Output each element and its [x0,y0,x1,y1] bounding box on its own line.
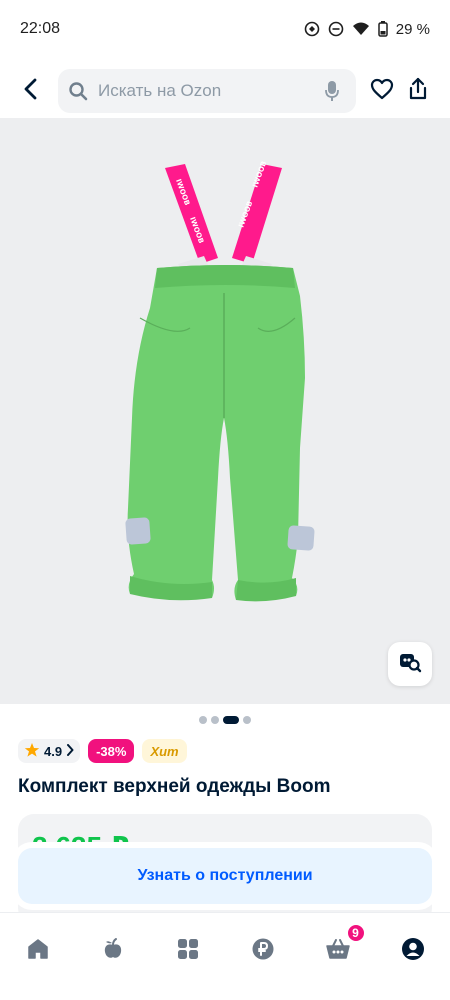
wifi-icon [352,22,370,36]
battery-level: 29 % [395,20,430,38]
share-icon [407,77,429,106]
status-icons: 29 % [304,21,430,38]
search-header [0,66,450,116]
sync-icon [304,21,320,37]
rating-value: 4.9 [44,743,63,759]
fresh-icon [101,937,125,966]
image-search-icon [398,651,422,678]
catalog-icon [176,937,200,966]
image-search-button[interactable] [388,642,432,686]
nav-home[interactable] [18,931,58,971]
cart-count-badge: 9 [345,923,366,943]
profile-icon [401,937,425,966]
nav-catalog[interactable] [168,931,208,971]
rating-badge[interactable]: 4.9 [18,739,81,763]
nav-fresh[interactable] [93,931,133,971]
share-button[interactable] [400,71,436,111]
pager-dot-active[interactable] [223,716,239,724]
hit-badge: Хит [142,739,187,763]
search-icon [68,81,88,101]
dnd-icon [328,21,344,37]
bottom-nav: 9 [0,912,450,1000]
battery-icon [378,21,388,37]
pager-dot[interactable] [199,716,207,724]
discount-badge: -38% [88,739,135,763]
chevron-right-icon [66,743,74,759]
product-gallery[interactable]: IWOOB IWOOB IWOOB IWOOB [0,118,450,704]
nav-cart[interactable]: 9 [318,923,366,971]
mic-icon[interactable] [322,79,342,103]
gallery-pager [0,716,450,724]
nav-profile[interactable] [393,931,433,971]
back-arrow-icon [23,78,39,105]
status-time: 22:08 [20,20,61,37]
back-button[interactable] [16,71,46,111]
pager-dot[interactable] [243,716,251,724]
product-title: Комплект верхней одежды Boom [18,776,331,797]
finance-icon [251,937,275,966]
home-icon [26,937,50,966]
status-bar: 22:08 29 % [0,0,450,58]
heart-icon [370,78,394,105]
pager-dot[interactable] [211,716,219,724]
notify-button[interactable]: Узнать о поступлении [18,848,432,904]
star-icon [24,742,40,761]
search-input[interactable] [98,81,322,101]
search-box[interactable] [58,69,356,113]
product-image: IWOOB IWOOB IWOOB IWOOB [125,160,315,602]
cart-icon [325,937,351,966]
product-badges: 4.9 -38% Хит [18,739,187,763]
nav-finance[interactable] [243,931,283,971]
favorite-button[interactable] [364,71,400,111]
